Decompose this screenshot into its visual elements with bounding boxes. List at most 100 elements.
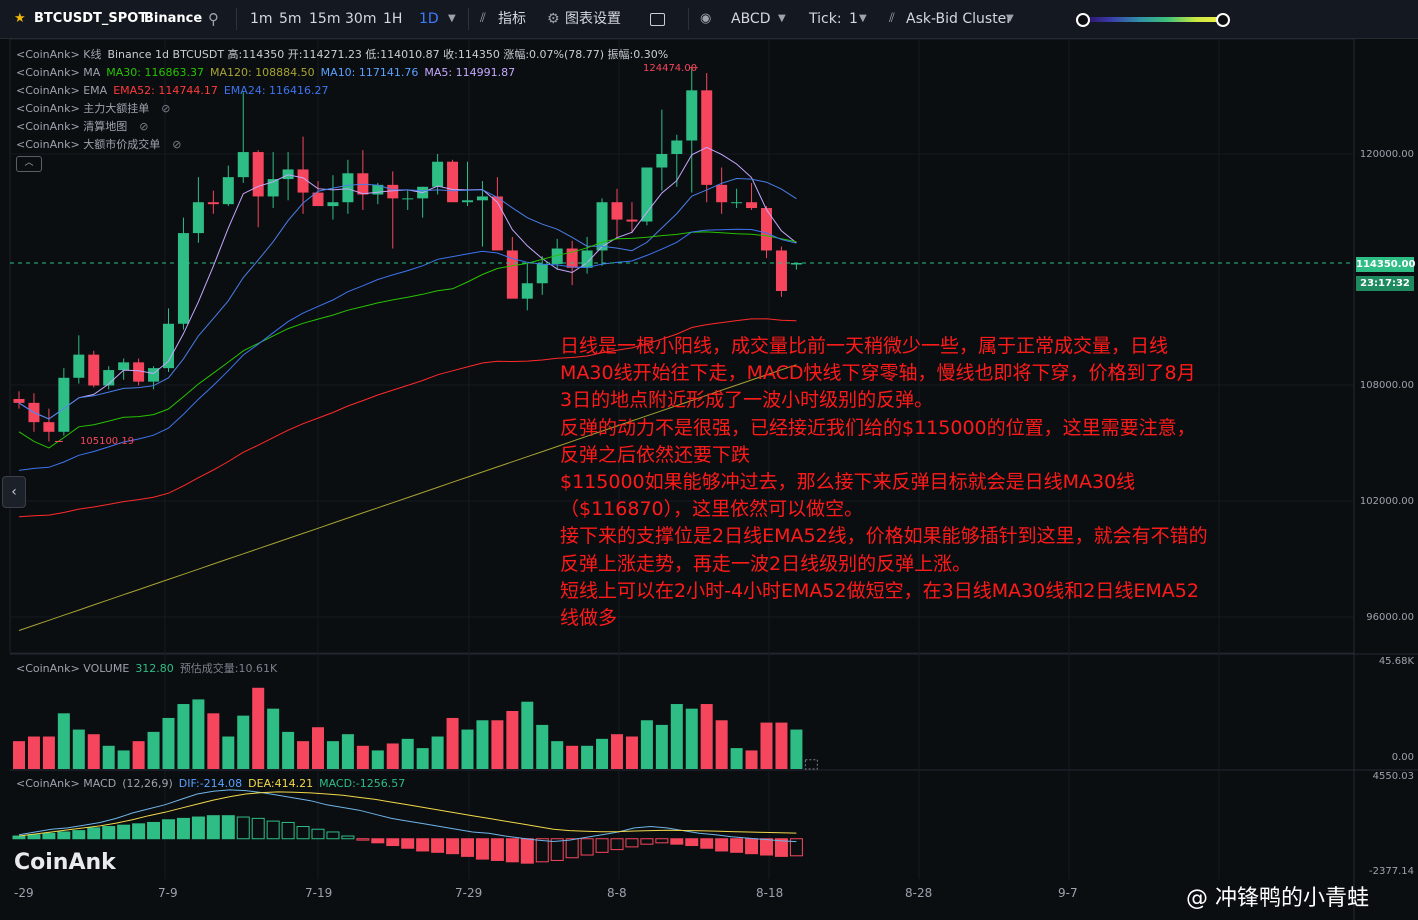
collapse-legend-button[interactable]: ︿: [16, 156, 42, 172]
candle-body: [432, 161, 444, 187]
interval-1d[interactable]: 1D: [419, 0, 439, 38]
interval-15m[interactable]: 15m: [309, 0, 340, 38]
indicators-button[interactable]: 指标: [498, 0, 526, 38]
eye-off-icon[interactable]: ⊘: [172, 138, 181, 152]
scroll-left-button[interactable]: ‹: [2, 476, 26, 508]
volume-legend: <CoinAnk> VOLUME 312.80 预估成交量:10.61K: [16, 662, 283, 676]
macd-hist-bar: [27, 834, 41, 840]
cluster-select[interactable]: Ask-Bid Cluster: [906, 0, 1012, 38]
macd-hist-bar: [87, 827, 101, 840]
eye-off-icon[interactable]: ⊘: [161, 102, 170, 116]
macd-axis-label: -2377.14: [1369, 866, 1414, 877]
macd-hist-bar: [535, 838, 549, 863]
candle-body: [447, 161, 459, 203]
candle-body: [327, 202, 339, 207]
interval-30m[interactable]: 30m: [345, 0, 376, 38]
volume-bar: [760, 722, 773, 769]
macd-hist-bar: [670, 838, 684, 845]
square-icon: [650, 12, 665, 26]
candle-body: [252, 152, 264, 197]
annotation-line: $115000如果能够冲过去，那么接下来反弹目标就会是日线MA30线: [560, 471, 1136, 494]
x-axis-label: 7-9: [158, 886, 178, 900]
x-axis-label: 8-18: [756, 886, 784, 900]
candle-body: [775, 250, 787, 291]
x-axis-label: 8-28: [905, 886, 933, 900]
liquidation-label: <CoinAnk> 清算地图: [16, 120, 128, 133]
interval-1h[interactable]: 1H: [383, 0, 402, 38]
volume-bar: [730, 748, 743, 769]
volume-bar: [476, 720, 489, 769]
price-axis-label: 96000.00: [1366, 612, 1414, 623]
abcd-chevron-icon[interactable]: ▼: [778, 0, 786, 38]
ma120-value: MA120: 108884.50: [209, 66, 315, 79]
interval-dropdown-chevron-icon[interactable]: ▼: [448, 0, 456, 38]
kline-legend-prefix: <CoinAnk> K线: [16, 48, 102, 61]
interval-1m[interactable]: 1m: [250, 0, 273, 38]
symbol-name[interactable]: BTCUSDT_SPOT: [34, 0, 147, 38]
search-icon[interactable]: ⚲: [208, 0, 219, 38]
volume-value: 312.80: [135, 662, 174, 675]
tick-chevron-icon[interactable]: ▼: [859, 0, 867, 38]
volume-bar: [581, 745, 594, 769]
candle-body: [73, 354, 85, 378]
interval-5m[interactable]: 5m: [279, 0, 302, 38]
candle-body: [58, 377, 70, 432]
volume-bar: [207, 713, 220, 769]
abcd-button[interactable]: ABCD: [731, 0, 771, 38]
low-marker: 105100.19: [80, 436, 135, 447]
macd-dif: DIF:-214.08: [178, 777, 243, 790]
macd-hist-bar: [655, 838, 669, 844]
macd-hist-bar: [206, 815, 220, 840]
big-trades-legend: <CoinAnk> 大额市价成交单 ⊘: [16, 138, 187, 152]
volume-bar: [27, 736, 40, 769]
macd-hist-bar: [580, 838, 594, 856]
macd-hist-bar: [446, 838, 460, 855]
chart-settings-button[interactable]: 图表设置: [565, 0, 621, 38]
slider-handle-right[interactable]: [1216, 13, 1230, 27]
volume-bar: [297, 741, 310, 769]
volume-bar: [252, 687, 265, 769]
volume-bar: [72, 729, 85, 769]
macd-hist-bar: [176, 817, 190, 840]
volume-bar: [57, 713, 70, 769]
volume-legend-prefix: <CoinAnk> VOLUME: [16, 662, 130, 675]
macd-hist-bar: [296, 826, 310, 840]
volume-bar: [102, 745, 115, 769]
volume-bar: [326, 741, 339, 769]
heatmap-color-slider[interactable]: [1076, 13, 1230, 27]
exchange-name[interactable]: Binance: [144, 0, 202, 38]
annotation-line: MA30线开始往下走，MACD快线下穿零轴，慢线也即将下穿，价格到了8月: [560, 362, 1196, 385]
candle-body: [686, 90, 698, 141]
candle-body: [43, 422, 55, 432]
fullscreen-button[interactable]: [650, 0, 665, 38]
macd-params: (12,26,9): [122, 777, 173, 790]
eye-off-icon[interactable]: ⊘: [139, 120, 148, 134]
annotation-line: 接下来的支撑位是2日线EMA52线，价格如果能够插针到这里，就会有不错的: [560, 525, 1208, 548]
volume-bar: [386, 743, 399, 769]
candle-body: [521, 283, 533, 299]
volume-bar: [625, 736, 638, 769]
volume-bar: [162, 717, 175, 769]
candle-body: [656, 154, 668, 168]
macd-hist-bar: [147, 821, 161, 840]
tick-value[interactable]: 1: [849, 0, 858, 38]
candle-body: [491, 196, 503, 251]
ema-legend-prefix: <CoinAnk> EMA: [16, 84, 108, 97]
volume-bar: [237, 715, 250, 769]
volume-bar: [700, 704, 713, 769]
volume-bar: [147, 731, 160, 769]
eye-icon[interactable]: ◉: [700, 0, 711, 38]
macd-hist-bar: [461, 838, 474, 857]
countdown-tag: 23:17:32: [1356, 276, 1414, 291]
volume-bar: [461, 729, 474, 769]
volume-bar: [685, 708, 698, 769]
cluster-icon: ⫽: [889, 11, 895, 26]
slider-handle-left[interactable]: [1076, 13, 1090, 27]
cluster-chevron-icon[interactable]: ▼: [1006, 0, 1014, 38]
volume-axis-label: 0.00: [1391, 752, 1414, 763]
indicators-icon[interactable]: ⫽: [480, 0, 486, 38]
gear-icon[interactable]: ⚙: [547, 0, 560, 38]
macd-hist-bar: [72, 830, 86, 840]
macd-hist-bar: [356, 838, 370, 841]
favorite-star-icon[interactable]: ★: [14, 0, 26, 38]
